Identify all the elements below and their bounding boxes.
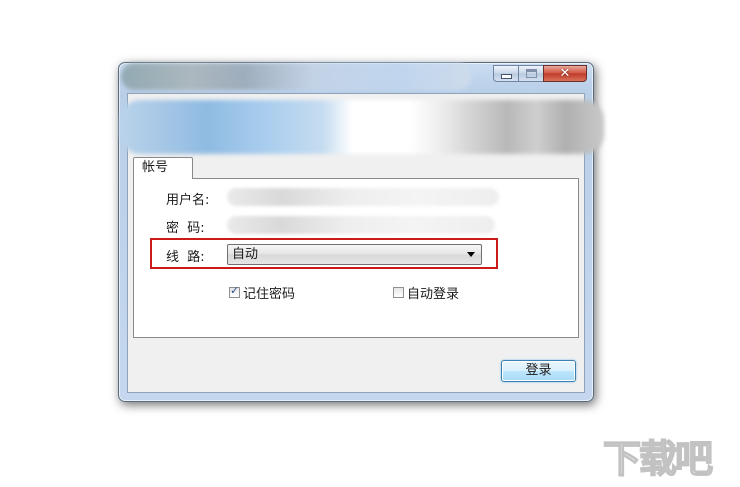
- tab-account[interactable]: 帐号: [133, 157, 193, 179]
- login-button[interactable]: 登录: [501, 360, 576, 382]
- username-input[interactable]: [227, 188, 499, 206]
- remember-password-label: 记住密码: [243, 287, 296, 302]
- remember-password-checkbox[interactable]: ✓ 记住密码: [229, 283, 295, 302]
- username-label: 用户名:: [166, 193, 210, 208]
- watermark-logo: 下载吧: [602, 436, 714, 482]
- auto-login-label: 自动登录: [407, 287, 460, 302]
- checkbox-box: ✓: [229, 284, 240, 298]
- caption-buttons: ✕: [493, 65, 587, 82]
- route-select-value: 自动: [232, 247, 259, 262]
- blurred-window-title: [121, 63, 471, 90]
- chevron-down-icon: [467, 252, 475, 257]
- maximize-icon: [525, 69, 537, 78]
- route-label: 线 路:: [166, 250, 205, 265]
- login-dialog-window: ✕ 帐号 用户名: 密 码: 线 路: 自动 ✓ 记住密码 自动登录 登录: [118, 62, 604, 402]
- blurred-banner: [120, 100, 604, 154]
- checkmark-icon: ✓: [230, 284, 240, 297]
- checkbox-box: [393, 287, 404, 298]
- dialog-client-area: 帐号 用户名: 密 码: 线 路: 自动 ✓ 记住密码 自动登录 登录: [120, 93, 604, 393]
- minimize-button[interactable]: [493, 65, 518, 82]
- password-input[interactable]: [227, 216, 495, 234]
- account-panel: 用户名: 密 码: 线 路: 自动 ✓ 记住密码 自动登录: [133, 178, 579, 338]
- close-icon: ✕: [559, 66, 571, 81]
- auto-login-checkbox[interactable]: 自动登录: [393, 283, 459, 302]
- minimize-icon: [500, 74, 512, 79]
- password-label: 密 码:: [166, 221, 205, 236]
- maximize-button[interactable]: [518, 65, 543, 82]
- close-button[interactable]: ✕: [543, 65, 587, 82]
- route-select[interactable]: 自动: [227, 244, 482, 265]
